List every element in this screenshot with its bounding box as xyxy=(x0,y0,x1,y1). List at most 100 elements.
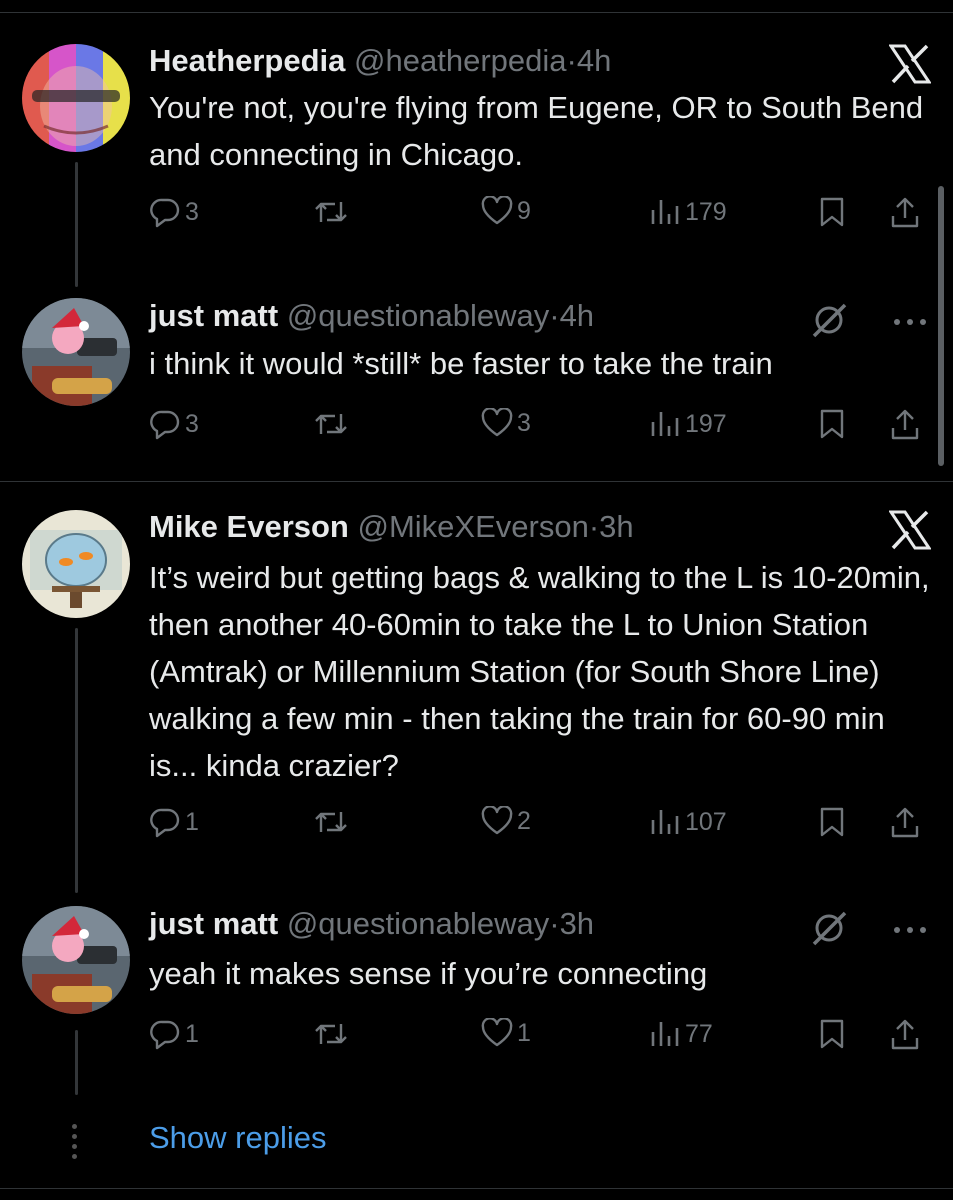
like-count: 1 xyxy=(517,1018,531,1047)
grok-icon[interactable] xyxy=(809,908,849,953)
analytics-icon xyxy=(651,200,679,224)
top-divider xyxy=(0,12,953,13)
views-button[interactable]: 179 xyxy=(649,196,727,228)
heart-icon xyxy=(481,196,513,225)
display-name[interactable]: just matt xyxy=(149,298,278,333)
share-button[interactable] xyxy=(889,196,921,230)
tweet-header: just matt @questionableway·4h xyxy=(149,297,594,335)
reply-count: 3 xyxy=(185,409,199,438)
view-count: 179 xyxy=(685,197,727,226)
tweet-text: You're not, you're flying from Eugene, O… xyxy=(149,90,924,172)
share-button[interactable] xyxy=(889,806,921,840)
analytics-icon xyxy=(651,1022,679,1046)
view-count: 107 xyxy=(685,807,727,836)
more-options-icon[interactable] xyxy=(893,922,927,940)
share-icon xyxy=(891,409,919,440)
retweet-button[interactable] xyxy=(313,1018,353,1050)
analytics-icon xyxy=(651,412,679,436)
bottom-divider xyxy=(0,1188,953,1189)
reply-button[interactable]: 1 xyxy=(149,1018,199,1050)
bookmark-button[interactable] xyxy=(817,408,847,440)
display-name[interactable]: Mike Everson xyxy=(149,509,349,544)
show-replies-link[interactable]: Show replies xyxy=(149,1120,326,1156)
reply-button[interactable]: 1 xyxy=(149,806,199,838)
handle[interactable]: @questionableway xyxy=(287,906,549,941)
timestamp[interactable]: 4h xyxy=(577,43,611,78)
thread-line xyxy=(75,162,78,287)
more-options-icon[interactable] xyxy=(893,314,927,332)
like-button[interactable]: 3 xyxy=(481,408,531,438)
bookmark-icon xyxy=(820,807,844,837)
retweet-icon xyxy=(315,414,347,434)
retweet-icon xyxy=(315,202,347,222)
bookmark-icon xyxy=(820,197,844,227)
view-count: 77 xyxy=(685,1019,713,1048)
like-count: 3 xyxy=(517,408,531,437)
timestamp[interactable]: 4h xyxy=(560,298,594,333)
reply-count: 3 xyxy=(185,197,199,226)
reply-count: 1 xyxy=(185,1019,199,1048)
avatar[interactable] xyxy=(22,510,130,618)
tweet-header: just matt @questionableway·3h xyxy=(149,905,594,943)
action-bar: 3 3 197 xyxy=(149,408,939,448)
tweet-text: yeah it makes sense if you’re connecting xyxy=(149,956,708,991)
tweet-text: i think it would *still* be faster to ta… xyxy=(149,346,773,381)
view-count: 197 xyxy=(685,409,727,438)
bookmark-button[interactable] xyxy=(817,806,847,838)
reply-count: 1 xyxy=(185,807,199,836)
avatar[interactable] xyxy=(22,44,130,152)
display-name[interactable]: Heatherpedia xyxy=(149,43,345,78)
retweet-button[interactable] xyxy=(313,196,353,228)
tweet-text: It’s weird but getting bags & walking to… xyxy=(149,560,930,783)
separator: · xyxy=(549,298,560,333)
bookmark-button[interactable] xyxy=(817,196,847,228)
tweet-header: Heatherpedia @heatherpedia·4h xyxy=(149,42,611,80)
reply-button[interactable]: 3 xyxy=(149,408,199,440)
views-button[interactable]: 77 xyxy=(649,1018,713,1050)
heart-icon xyxy=(481,1018,513,1047)
separator: · xyxy=(588,509,600,544)
views-button[interactable]: 107 xyxy=(649,806,727,838)
views-button[interactable]: 197 xyxy=(649,408,727,440)
avatar[interactable] xyxy=(22,906,130,1014)
reply-icon xyxy=(150,198,180,228)
bookmark-button[interactable] xyxy=(817,1018,847,1050)
bookmark-icon xyxy=(820,409,844,439)
retweet-icon xyxy=(315,812,347,832)
more-replies-dots-icon xyxy=(70,1124,80,1164)
reply-icon xyxy=(150,1020,180,1050)
heart-icon xyxy=(481,806,513,835)
share-button[interactable] xyxy=(889,1018,921,1052)
like-count: 2 xyxy=(517,806,531,835)
like-count: 9 xyxy=(517,196,531,225)
reply-icon xyxy=(150,808,180,838)
share-icon xyxy=(891,1019,919,1050)
timestamp[interactable]: 3h xyxy=(560,906,594,941)
handle[interactable]: @MikeXEverson xyxy=(358,509,589,544)
share-icon xyxy=(891,807,919,838)
bookmark-icon xyxy=(820,1019,844,1049)
scrollbar[interactable] xyxy=(938,186,944,466)
retweet-button[interactable] xyxy=(313,806,353,838)
like-button[interactable]: 1 xyxy=(481,1018,531,1048)
handle[interactable]: @questionableway xyxy=(287,298,549,333)
grok-icon[interactable] xyxy=(809,300,849,345)
retweet-button[interactable] xyxy=(313,408,353,440)
action-bar: 3 9 179 xyxy=(149,196,939,236)
share-button[interactable] xyxy=(889,408,921,442)
like-button[interactable]: 2 xyxy=(481,806,531,836)
like-button[interactable]: 9 xyxy=(481,196,531,226)
reply-button[interactable]: 3 xyxy=(149,196,199,228)
thread-line xyxy=(75,1030,78,1095)
reply-icon xyxy=(150,410,180,440)
conversation-divider xyxy=(0,481,953,482)
action-bar: 1 2 107 xyxy=(149,806,939,846)
avatar[interactable] xyxy=(22,298,130,406)
handle[interactable]: @heatherpedia xyxy=(354,43,566,78)
timestamp[interactable]: 3h xyxy=(599,509,633,544)
separator: · xyxy=(566,43,577,78)
tweet-header: Mike Everson @MikeXEverson·3h xyxy=(149,508,634,546)
display-name[interactable]: just matt xyxy=(149,906,278,941)
share-icon xyxy=(891,197,919,228)
action-bar: 1 1 77 xyxy=(149,1018,939,1058)
